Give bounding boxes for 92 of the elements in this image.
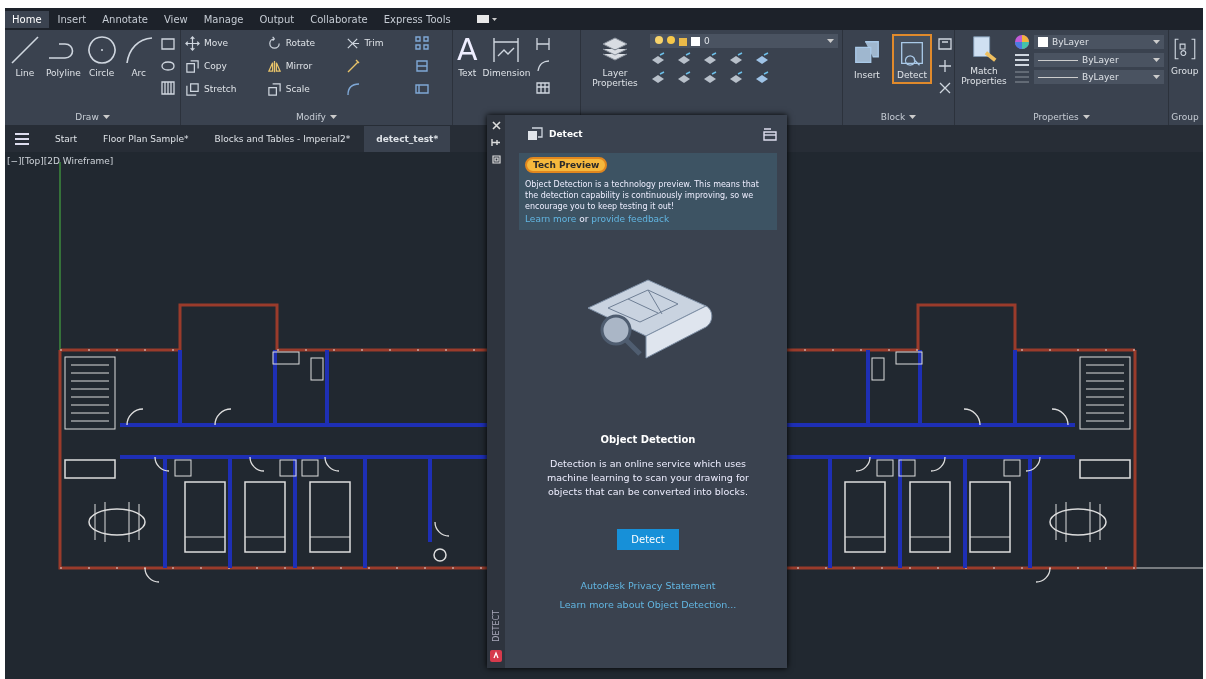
ribbon-tab[interactable]: View — [157, 10, 195, 28]
layer-properties-button[interactable]: Layer Properties — [585, 34, 645, 89]
block-tool-button[interactable]: Detect — [892, 34, 932, 85]
modify-tool-icon — [185, 81, 200, 97]
layer-state-icon — [654, 35, 700, 47]
modify-tool-button[interactable]: Trim — [345, 35, 402, 51]
draw-tool-button[interactable]: Arc — [122, 34, 155, 79]
draw-tool-button[interactable]: Line — [9, 34, 41, 79]
ribbon-tab[interactable]: Annotate — [95, 10, 155, 28]
document-tab[interactable]: Start — [43, 125, 89, 152]
notice-text: Object Detection is a technology preview. This means that the detection capability is continuously improving, so we encourage you to keep testing it out! — [525, 179, 760, 212]
caret-icon — [1153, 40, 1160, 44]
modify-tool-icon — [185, 58, 200, 74]
caret-icon — [909, 114, 917, 119]
modify-tool-icon[interactable] — [345, 81, 362, 97]
modify-tool-icon[interactable] — [413, 35, 430, 51]
document-tab[interactable]: Floor Plan Sample* — [91, 125, 201, 152]
group-tool-button[interactable]: Group — [1171, 34, 1199, 77]
ribbon-tab[interactable]: Manage — [196, 10, 251, 28]
panel-title-button[interactable]: Modify — [296, 108, 337, 125]
ribbon-tab[interactable]: Output — [252, 10, 302, 28]
caret-icon — [1153, 58, 1160, 62]
draw-shape-icon[interactable] — [159, 58, 176, 74]
caret-icon — [1153, 75, 1160, 79]
draw-tool-button[interactable]: Polyline — [46, 34, 81, 79]
modify-tool-icon[interactable] — [345, 58, 362, 74]
tech-preview-badge: Tech Preview — [525, 157, 608, 173]
linetype-icon[interactable] — [1014, 53, 1030, 67]
modify-tool-button[interactable]: Stretch — [185, 81, 255, 97]
modify-tool-button[interactable]: Rotate — [266, 35, 334, 51]
annotation-tool-icon[interactable] — [535, 36, 552, 52]
detect-block-icon — [527, 127, 543, 141]
ribbon-tab[interactable]: Express Tools — [376, 10, 458, 28]
annotation-tool-icon[interactable] — [535, 58, 552, 74]
provide-feedback-link[interactable]: provide feedback — [591, 214, 670, 224]
caret-icon — [329, 114, 337, 119]
block-tool-icon[interactable] — [937, 58, 953, 74]
draw-shape-icon[interactable] — [159, 80, 176, 96]
viewport-controls[interactable]: [−][Top][2D Wireframe] — [7, 156, 114, 166]
palette-title: Detect — [549, 129, 583, 139]
document-tab[interactable]: Blocks and Tables - Imperial2* — [202, 125, 363, 152]
ribbon-tab[interactable]: Home — [5, 10, 49, 28]
lineweight-dropdown[interactable]: ByLayer — [1034, 70, 1164, 84]
modify-tool-icon[interactable] — [413, 81, 430, 97]
learn-more-link[interactable]: Learn more — [525, 214, 577, 224]
match-properties-button[interactable]: Match Properties — [959, 34, 1009, 87]
annotation-tool-icon[interactable] — [535, 80, 552, 96]
panel-title-button[interactable]: Block — [880, 108, 917, 125]
ribbon-tab[interactable]: Collaborate — [303, 10, 375, 28]
modify-tool-button[interactable]: Copy — [185, 58, 255, 74]
document-tab[interactable]: detect_test* — [364, 125, 451, 152]
section-heading: Object Detection — [600, 434, 696, 445]
linetype-dropdown[interactable]: ByLayer — [1034, 53, 1164, 67]
color-dropdown[interactable]: ByLayer — [1034, 35, 1164, 49]
learn-more-link[interactable]: Learn more about Object Detection... — [559, 599, 737, 610]
ribbon-tab[interactable]: Insert — [50, 10, 94, 28]
privacy-statement-link[interactable]: Autodesk Privacy Statement — [580, 580, 716, 591]
properties-icon[interactable] — [491, 155, 501, 164]
caret-icon — [827, 39, 834, 43]
modify-tool-icon — [266, 35, 282, 51]
color-wheel-icon[interactable] — [1014, 34, 1030, 50]
quick-access-icon[interactable] — [475, 14, 498, 24]
caret-icon — [1082, 114, 1090, 119]
description-text: Detection is an online service which uses machine learning to scan your drawing for objects that can be converted into blocks. — [546, 457, 750, 499]
modify-tool-button[interactable]: Move — [185, 35, 255, 51]
draw-tool-icon — [85, 34, 118, 66]
caret-icon — [102, 114, 110, 119]
palette-menu-icon[interactable] — [763, 127, 777, 141]
menu-icon[interactable] — [15, 132, 29, 145]
draw-tool-button[interactable]: Circle — [85, 34, 118, 79]
block-tool-button[interactable]: Insert — [847, 34, 887, 85]
panel-title-button[interactable]: Properties — [1033, 108, 1090, 125]
panel-title-button[interactable]: Group — [1171, 108, 1199, 125]
modify-tool-icon — [185, 35, 200, 51]
palette-side-title: DETECT — [491, 610, 501, 642]
dimension-tool-button[interactable]: Dimension — [482, 34, 531, 79]
close-icon[interactable] — [491, 121, 501, 130]
modify-tool-button[interactable]: Mirror — [266, 58, 334, 74]
block-tool-icon[interactable] — [937, 36, 953, 52]
text-tool-button[interactable]: A Text — [457, 34, 478, 79]
layer-dropdown[interactable]: 0 — [650, 34, 838, 48]
pin-icon[interactable] — [491, 138, 501, 147]
block-tool-icon[interactable] — [937, 80, 953, 96]
modify-tool-button[interactable]: Scale — [266, 81, 334, 97]
draw-tool-icon — [9, 34, 41, 66]
feedback-line: Learn more or provide feedback — [525, 214, 670, 224]
app-logo-icon — [490, 650, 502, 662]
modify-tool-icon — [266, 58, 282, 74]
panel-title-button[interactable]: Draw — [75, 108, 110, 125]
draw-shape-icon[interactable] — [159, 36, 176, 52]
modify-tool-icon — [266, 81, 282, 97]
modify-tool-icon[interactable] — [413, 58, 430, 74]
